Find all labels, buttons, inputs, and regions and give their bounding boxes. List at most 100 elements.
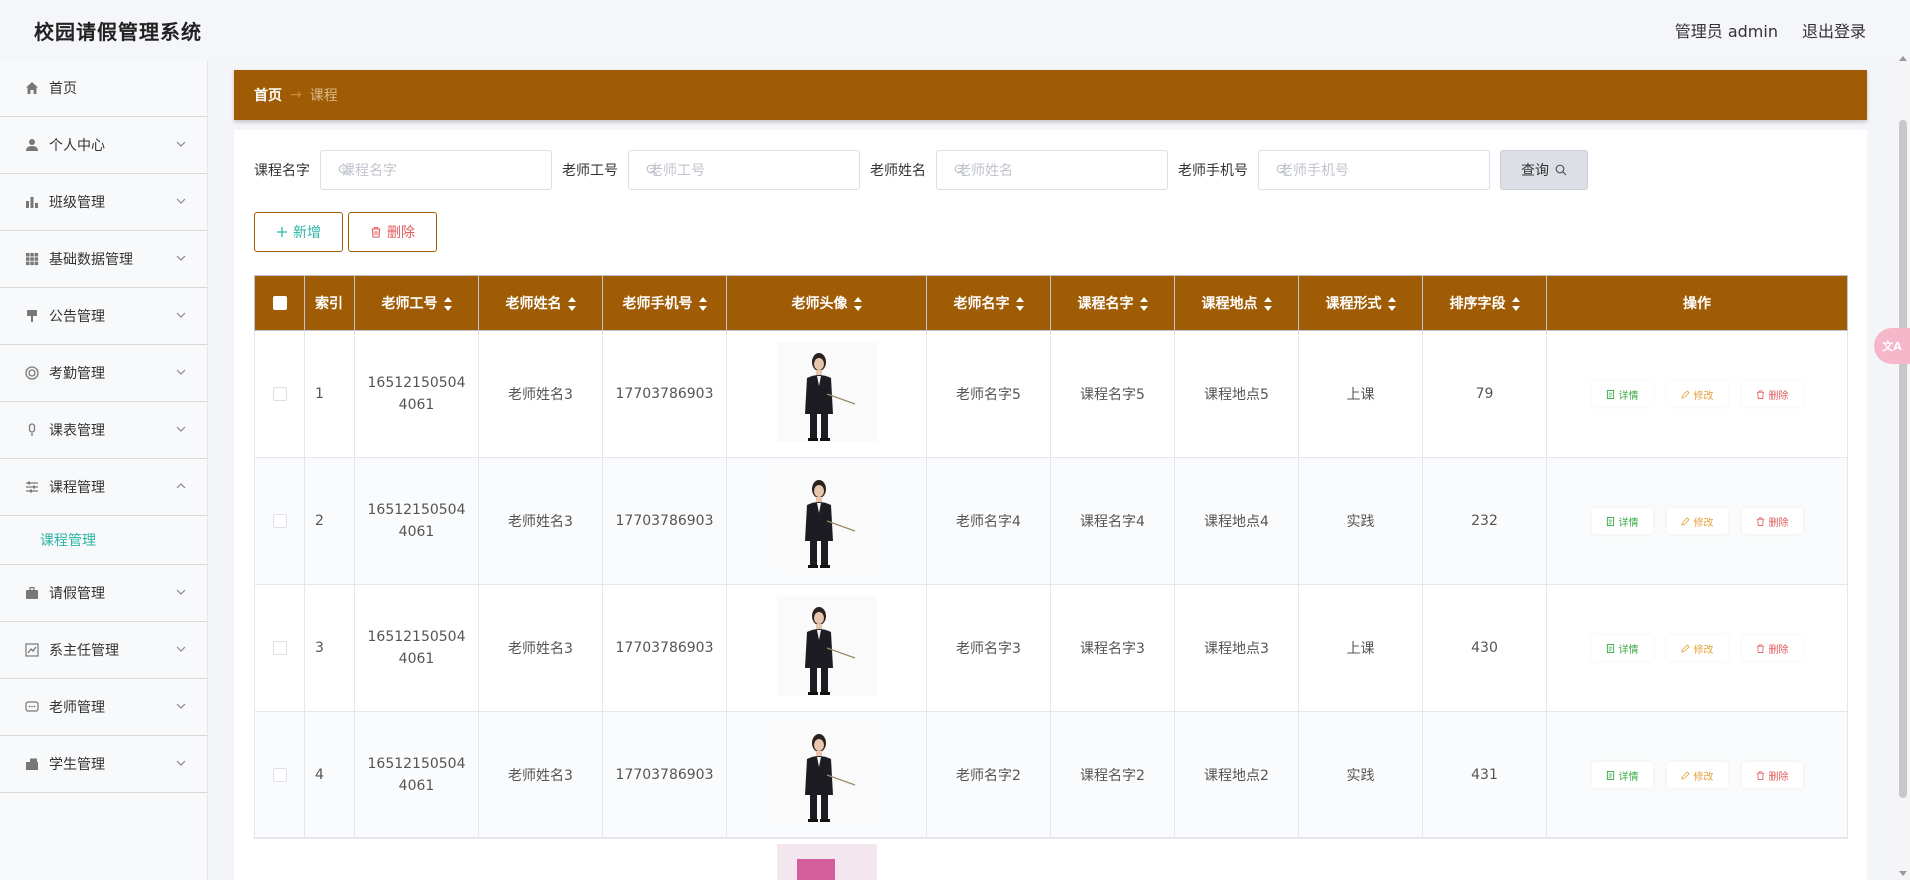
sidebar-item-teacher[interactable]: 老师管理 bbox=[0, 679, 207, 736]
teacher-id-text: 165121505044061 bbox=[367, 629, 466, 667]
sort-icon[interactable] bbox=[1511, 297, 1520, 311]
scroll-up-arrow[interactable] bbox=[1899, 56, 1907, 61]
teacher-avatar-image[interactable] bbox=[776, 342, 877, 442]
column-header-teacher-display-name[interactable]: 老师名字 bbox=[926, 275, 1051, 331]
chevron-down-icon bbox=[176, 760, 186, 766]
sort-icon[interactable] bbox=[1263, 297, 1272, 311]
sidebar-item-class[interactable]: 班级管理 bbox=[0, 174, 207, 231]
query-button-label: 查询 bbox=[1521, 163, 1549, 179]
sidebar-item-attendance[interactable]: 考勤管理 bbox=[0, 345, 207, 402]
delete-row-button[interactable]: 删除 bbox=[1741, 762, 1803, 788]
teacher-avatar-image[interactable] bbox=[776, 723, 877, 823]
cell-teacher-id: 165121505044061 bbox=[354, 584, 479, 712]
edit-button[interactable]: 修改 bbox=[1666, 508, 1728, 534]
sidebar-item-label: 学生管理 bbox=[49, 757, 105, 773]
detail-button[interactable]: 详情 bbox=[1591, 381, 1653, 407]
select-all-checkbox[interactable] bbox=[272, 296, 287, 310]
sort-icon[interactable] bbox=[1139, 297, 1148, 311]
column-header-course-name[interactable]: 课程名字 bbox=[1050, 275, 1175, 331]
sidebar-item-dept-head[interactable]: 系主任管理 bbox=[0, 622, 207, 679]
add-button-label: 新增 bbox=[293, 225, 321, 241]
pencil-icon bbox=[1680, 770, 1690, 780]
cell-operations: 详情 修改 删除 bbox=[1546, 584, 1848, 712]
detail-button-label: 详情 bbox=[1618, 390, 1639, 402]
delete-row-button-label: 删除 bbox=[1768, 390, 1789, 402]
translate-icon[interactable]: 文A bbox=[1874, 328, 1910, 364]
row-checkbox[interactable] bbox=[272, 768, 287, 782]
column-header-course-form[interactable]: 课程形式 bbox=[1298, 275, 1423, 331]
row-checkbox[interactable] bbox=[272, 641, 287, 655]
cell-course-form: 上课 bbox=[1298, 584, 1423, 712]
delete-row-button[interactable]: 删除 bbox=[1741, 508, 1803, 534]
microphone-icon bbox=[24, 422, 40, 438]
sort-icon[interactable] bbox=[567, 297, 576, 311]
edit-button[interactable]: 修改 bbox=[1666, 762, 1728, 788]
cell-operations: 详情 修改 删除 bbox=[1546, 457, 1848, 585]
delete-row-button[interactable]: 删除 bbox=[1741, 381, 1803, 407]
user-label: 管理员 admin bbox=[1674, 22, 1778, 41]
sidebar-item-profile[interactable]: 个人中心 bbox=[0, 117, 207, 174]
cell-teacher-id: 165121505044061 bbox=[354, 457, 479, 585]
teacher-phone-input[interactable] bbox=[1258, 150, 1490, 190]
page-scrollbar[interactable] bbox=[1896, 60, 1910, 880]
sidebar-item-student[interactable]: 学生管理 bbox=[0, 736, 207, 793]
teacher-avatar-image[interactable] bbox=[776, 469, 877, 569]
edit-button-label: 修改 bbox=[1693, 390, 1714, 402]
breadcrumb-home[interactable]: 首页 bbox=[254, 85, 282, 105]
cell-course-location: 课程地点2 bbox=[1174, 711, 1299, 839]
sort-icon[interactable] bbox=[853, 297, 862, 311]
table-row: 2 165121505044061 老师姓名3 17703786903 老师名字… bbox=[254, 457, 1848, 585]
sidebar-item-notice[interactable]: 公告管理 bbox=[0, 288, 207, 345]
cell-index: 4 bbox=[304, 711, 355, 839]
sidebar-item-schedule[interactable]: 课表管理 bbox=[0, 402, 207, 459]
edit-button[interactable]: 修改 bbox=[1666, 635, 1728, 661]
sort-icon[interactable] bbox=[1015, 297, 1024, 311]
sort-icon[interactable] bbox=[1387, 297, 1396, 311]
edit-button[interactable]: 修改 bbox=[1666, 381, 1728, 407]
chat-icon bbox=[24, 699, 40, 715]
cell-teacher-avatar bbox=[726, 584, 927, 712]
chevron-down-icon bbox=[176, 312, 186, 318]
column-header-label: 老师姓名 bbox=[505, 296, 562, 312]
cell-teacher-avatar bbox=[726, 457, 927, 585]
sidebar-item-basic-data[interactable]: 基础数据管理 bbox=[0, 231, 207, 288]
sort-icon[interactable] bbox=[698, 297, 707, 311]
teacher-avatar-image[interactable] bbox=[776, 596, 877, 696]
column-header-course-location[interactable]: 课程地点 bbox=[1174, 275, 1299, 331]
edit-button-label: 修改 bbox=[1693, 644, 1714, 656]
row-checkbox[interactable] bbox=[272, 514, 287, 528]
add-button[interactable]: 新增 bbox=[254, 212, 343, 252]
sort-icon[interactable] bbox=[443, 297, 452, 311]
chevron-down-icon bbox=[176, 646, 186, 652]
teacher-name-input[interactable] bbox=[936, 150, 1168, 190]
batch-delete-button[interactable]: 删除 bbox=[348, 212, 437, 252]
course-name-label: 课程名字 bbox=[254, 163, 310, 179]
teacher-id-field bbox=[628, 150, 870, 190]
edit-button-label: 修改 bbox=[1693, 771, 1714, 783]
trash-icon bbox=[1756, 389, 1764, 399]
sidebar-item-home[interactable]: 首页 bbox=[0, 60, 207, 117]
delete-row-button[interactable]: 删除 bbox=[1741, 635, 1803, 661]
column-header-teacher-name[interactable]: 老师姓名 bbox=[478, 275, 603, 331]
column-header-teacher-phone[interactable]: 老师手机号 bbox=[602, 275, 727, 331]
query-button[interactable]: 查询 bbox=[1500, 150, 1588, 190]
logout-button[interactable]: 退出登录 bbox=[1802, 18, 1866, 42]
detail-button[interactable]: 详情 bbox=[1591, 762, 1653, 788]
bar-chart-icon bbox=[24, 194, 40, 210]
row-checkbox[interactable] bbox=[272, 387, 287, 401]
course-name-input[interactable] bbox=[320, 150, 552, 190]
cell-teacher-name: 老师姓名3 bbox=[478, 457, 603, 585]
teacher-id-input[interactable] bbox=[628, 150, 860, 190]
document-icon bbox=[1606, 770, 1614, 780]
sidebar-subitem-course-management[interactable]: 课程管理 bbox=[0, 516, 207, 565]
column-header-teacher-avatar[interactable]: 老师头像 bbox=[726, 275, 927, 331]
scroll-down-arrow[interactable] bbox=[1899, 871, 1907, 876]
column-header-sort-field[interactable]: 排序字段 bbox=[1422, 275, 1547, 331]
detail-button[interactable]: 详情 bbox=[1591, 508, 1653, 534]
scrollbar-thumb[interactable] bbox=[1899, 120, 1907, 798]
sidebar-item-course[interactable]: 课程管理 bbox=[0, 459, 207, 516]
detail-button[interactable]: 详情 bbox=[1591, 635, 1653, 661]
sidebar-item-leave[interactable]: 请假管理 bbox=[0, 565, 207, 622]
breadcrumb: 首页 → 课程 bbox=[234, 70, 1867, 120]
column-header-teacher-id[interactable]: 老师工号 bbox=[354, 275, 479, 331]
